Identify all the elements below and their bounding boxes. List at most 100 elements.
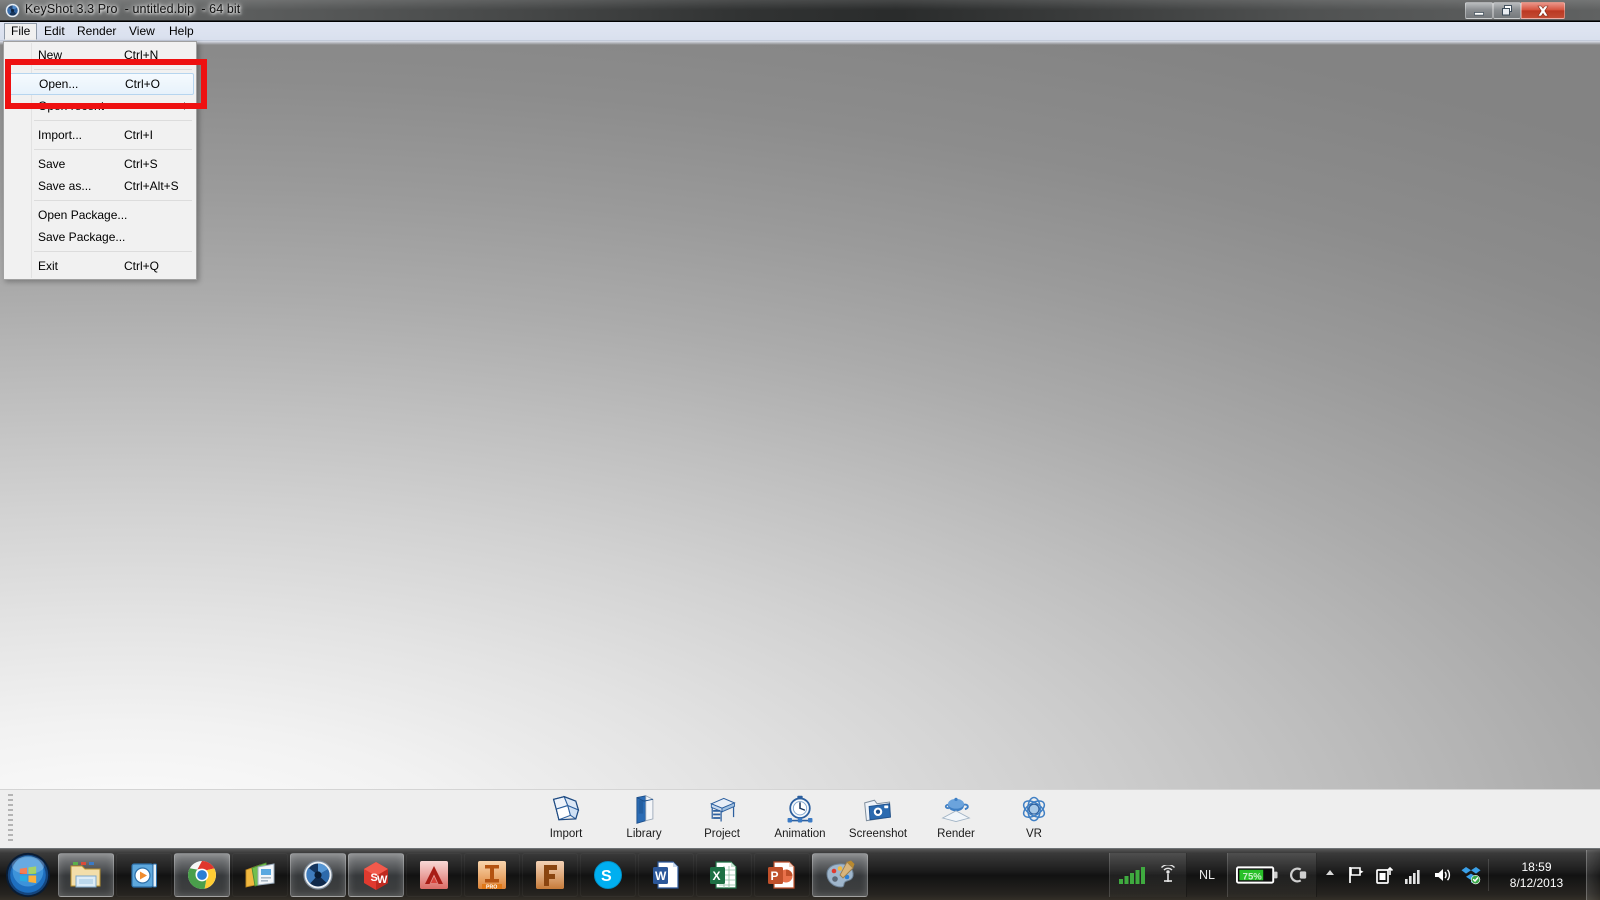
menu-item-import[interactable]: Import... Ctrl+I	[4, 124, 196, 146]
skype-icon: S	[594, 861, 622, 889]
taskbar-button-keyshot[interactable]	[290, 853, 346, 897]
tray-group-notifications	[1317, 853, 1488, 897]
dock-label: Project	[704, 828, 740, 840]
clock-time: 18:59	[1521, 860, 1552, 874]
svg-text:S: S	[601, 868, 612, 885]
taskbar-button-paint[interactable]	[812, 853, 868, 897]
svg-text:W: W	[377, 874, 388, 886]
show-desktop-button[interactable]	[1586, 850, 1600, 900]
safely-remove-hardware-icon[interactable]	[1374, 865, 1394, 885]
minimize-button[interactable]	[1465, 2, 1493, 19]
chevron-right-icon	[184, 102, 188, 110]
menu-separator	[34, 69, 192, 70]
window-title-bar[interactable]: KeyShot 3.3 Pro - untitled.bip - 64 bit	[0, 0, 1600, 21]
project-desk-icon	[710, 797, 736, 822]
menu-item-shortcut: Ctrl+O	[125, 77, 161, 91]
dock-button-library[interactable]: Library	[612, 794, 676, 840]
tray-group-power[interactable]: 75%	[1227, 853, 1317, 897]
menu-item-save[interactable]: Save Ctrl+S	[4, 153, 196, 175]
taskbar-button-inventor-pro[interactable]: PRO	[464, 853, 520, 897]
keyshot-application-window: KeyShot 3.3 Pro - untitled.bip - 64 bit	[0, 0, 1600, 848]
taskbar-button-windows-explorer[interactable]	[58, 853, 114, 897]
maximize-restore-button[interactable]	[1493, 2, 1521, 19]
menu-item-exit[interactable]: Exit Ctrl+Q	[4, 255, 196, 277]
render-teapot-icon	[941, 797, 971, 823]
taskbar-button-windows-media-player[interactable]	[116, 853, 172, 897]
dropbox-icon[interactable]	[1461, 865, 1481, 885]
dock-label: Screenshot	[848, 828, 908, 840]
menu-edit[interactable]: Edit	[38, 23, 71, 40]
chrome-icon	[188, 861, 216, 890]
dock-label: Import	[549, 828, 583, 840]
dock-items: Import Library Project Animation Screens…	[0, 790, 1600, 848]
menu-file[interactable]: File	[4, 23, 38, 40]
close-button[interactable]	[1521, 2, 1565, 19]
media-player-icon	[131, 863, 157, 888]
screenshot-camera-folder-icon	[864, 799, 891, 822]
paint-palette-icon	[826, 860, 855, 888]
network-bars-icon[interactable]	[1403, 865, 1423, 885]
taskbar-button-microsoft-excel[interactable]: X	[696, 853, 752, 897]
folder-explorer-icon	[70, 862, 101, 888]
menu-item-label: Save as...	[38, 179, 92, 193]
menu-view[interactable]: View	[123, 23, 161, 40]
viewport-top-sheen	[0, 41, 1600, 45]
signal-bars-icon	[1119, 867, 1146, 884]
battery-percent-text: 75%	[1243, 871, 1263, 882]
taskbar-button-microsoft-powerpoint[interactable]: P	[754, 853, 810, 897]
action-center-flag-icon[interactable]	[1345, 865, 1365, 885]
dock-button-project[interactable]: Project	[690, 794, 754, 840]
file-dropdown-menu: New Ctrl+N Open... Ctrl+O Open recent Im…	[3, 41, 197, 280]
menu-item-label: Open Package...	[38, 208, 128, 222]
3d-viewport[interactable]	[0, 41, 1600, 789]
taskbar-button-skype[interactable]: S	[580, 853, 636, 897]
menu-render[interactable]: Render	[71, 23, 122, 40]
menu-item-save-as[interactable]: Save as... Ctrl+Alt+S	[4, 175, 196, 197]
close-icon	[1522, 3, 1564, 18]
menu-item-open-recent[interactable]: Open recent	[4, 95, 196, 117]
menu-separator	[34, 149, 192, 150]
menu-help[interactable]: Help	[163, 23, 200, 40]
menu-separator	[34, 251, 192, 252]
volume-speaker-icon[interactable]	[1432, 865, 1452, 885]
menu-item-shortcut: Ctrl+Alt+S	[124, 179, 179, 193]
svg-text:X: X	[713, 869, 721, 883]
vr-orbit-icon	[1022, 796, 1046, 822]
svg-text:P: P	[771, 869, 779, 883]
menu-item-open-package[interactable]: Open Package...	[4, 204, 196, 226]
restore-icon	[1494, 3, 1520, 18]
menu-bar: File Edit Render View Help	[0, 22, 1600, 41]
show-hidden-icons-arrow[interactable]	[1324, 866, 1336, 884]
autodesk-f-icon	[536, 861, 564, 889]
language-indicator[interactable]: NL	[1187, 868, 1227, 882]
dock-button-animation[interactable]: Animation	[768, 794, 832, 840]
clock-date: 8/12/2013	[1509, 876, 1564, 890]
taskbar-button-windows-live-mail[interactable]	[232, 853, 288, 897]
menu-item-new[interactable]: New Ctrl+N	[4, 44, 196, 66]
dock-button-render[interactable]: Render	[924, 794, 988, 840]
taskbar-clock[interactable]: 18:59 8/12/2013	[1488, 859, 1584, 891]
live-mail-icon	[245, 862, 275, 888]
keyshot-logo-icon	[303, 860, 333, 890]
taskbar-button-autodesk-app[interactable]	[522, 853, 578, 897]
windows-start-orb-icon[interactable]	[2, 850, 54, 900]
menu-item-shortcut: Ctrl+I	[124, 128, 154, 142]
minimize-icon	[1466, 3, 1492, 18]
taskbar-button-google-chrome[interactable]	[174, 853, 230, 897]
menu-separator	[34, 200, 192, 201]
dock-button-import[interactable]: Import	[534, 794, 598, 840]
taskbar-button-autocad[interactable]	[406, 853, 462, 897]
menu-item-open[interactable]: Open... Ctrl+O	[6, 73, 194, 95]
taskbar-button-microsoft-word[interactable]: W	[638, 853, 694, 897]
autocad-icon	[420, 861, 448, 889]
taskbar-button-solidworks[interactable]: S W	[348, 853, 404, 897]
menu-item-label: Exit	[38, 259, 59, 273]
dock-button-screenshot[interactable]: Screenshot	[846, 794, 910, 840]
import-mesh-icon	[552, 795, 580, 821]
menu-item-shortcut: Ctrl+N	[124, 48, 159, 62]
dock-button-vr[interactable]: VR	[1002, 794, 1066, 840]
menu-item-label: Save Package...	[38, 230, 126, 244]
tray-group-signal[interactable]	[1109, 853, 1188, 897]
menu-item-save-package[interactable]: Save Package...	[4, 226, 196, 248]
battery-icon: 75%	[1236, 866, 1278, 884]
